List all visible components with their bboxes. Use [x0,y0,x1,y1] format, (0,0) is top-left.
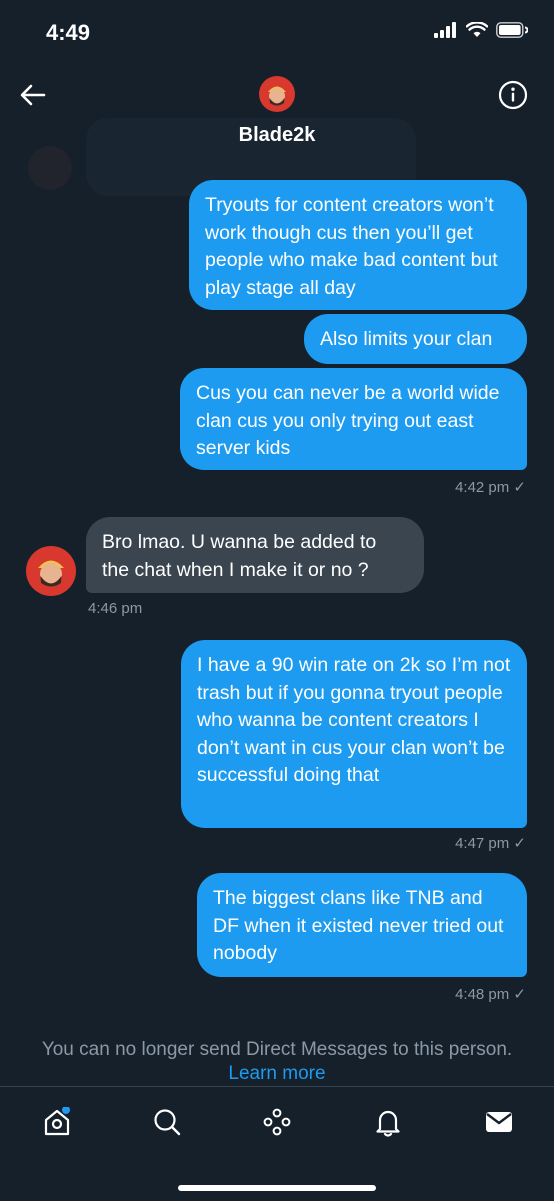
message-text: Tryouts for content creators won’t work … [205,194,498,299]
conversation-header: Blade2k [0,62,554,196]
message-bubble-outgoing[interactable]: I have a 90 win rate on 2k so I’m not tr… [181,640,527,828]
message-timestamp: 4:47 pm ✓ [455,835,526,852]
wifi-icon [466,22,488,37]
message-bubble-outgoing[interactable]: Cus you can never be a world wide clan c… [180,368,527,470]
status-bar: 4:49 [0,0,554,66]
home-indicator [178,1185,376,1191]
message-text: Bro lmao. U wanna be added to the chat w… [102,531,377,581]
status-icons [434,22,528,38]
message-text: Cus you can never be a world wide clan c… [196,382,500,459]
message-text: The biggest clans like TNB and DF when i… [213,887,504,964]
spaces-icon[interactable] [262,1107,292,1137]
contact-name[interactable]: Blade2k [0,124,554,147]
status-time: 4:49 [46,20,91,45]
message-bubble-incoming[interactable]: Bro lmao. U wanna be added to the chat w… [86,517,424,593]
learn-more-link[interactable]: Learn more [228,1063,325,1084]
messages-icon[interactable] [484,1107,514,1137]
message-bubble-outgoing[interactable]: The biggest clans like TNB and DF when i… [197,873,527,977]
message-text: Also limits your clan [320,328,493,350]
bottom-tab-bar [0,1086,554,1201]
message-timestamp: 4:46 pm [88,600,143,617]
info-icon[interactable] [498,80,528,110]
avatar[interactable] [259,76,295,112]
message-bubble-outgoing[interactable]: Tryouts for content creators won’t work … [189,180,527,310]
message-bubble-outgoing[interactable]: Also limits your clan [304,314,527,364]
battery-icon [496,22,528,38]
home-icon[interactable] [42,1107,72,1137]
cellular-signal-icon [434,22,456,38]
message-timestamp: 4:48 pm ✓ [455,986,526,1003]
scrolled-avatar-ghost [28,146,72,190]
back-arrow-icon[interactable] [18,80,48,110]
message-text: I have a 90 win rate on 2k so I’m not tr… [197,654,511,786]
search-icon[interactable] [152,1107,182,1137]
dm-restriction-notice: You can no longer send Direct Messages t… [0,1038,554,1086]
notice-text: You can no longer send Direct Messages t… [41,1039,513,1060]
notifications-icon[interactable] [373,1107,403,1137]
avatar[interactable] [26,546,76,596]
message-timestamp: 4:42 pm ✓ [455,479,526,496]
